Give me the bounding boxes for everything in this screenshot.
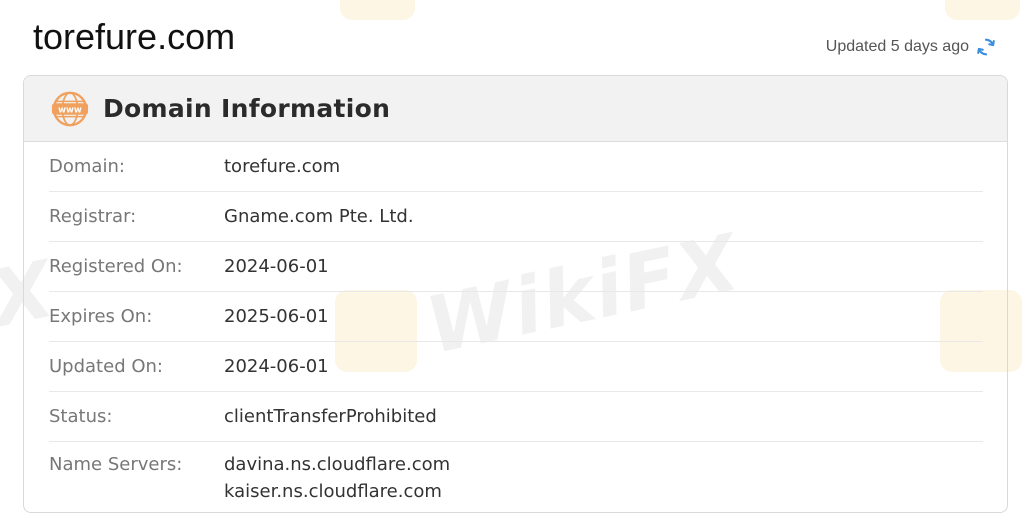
- www-icon-text: www: [58, 105, 82, 115]
- name-server-list: davina.ns.cloudflare.com kaiser.ns.cloud…: [224, 451, 450, 505]
- row-label: Status:: [49, 406, 113, 427]
- info-rows: Domain: torefure.com Registrar: Gname.co…: [24, 142, 1007, 512]
- row-value: 2025-06-01: [224, 306, 329, 327]
- refresh-icon[interactable]: [975, 36, 997, 58]
- card-title: Domain Information: [103, 94, 391, 123]
- row-label: Registrar:: [49, 206, 137, 227]
- row-registered-on: Registered On: 2024-06-01: [49, 242, 983, 292]
- row-value: torefure.com: [224, 156, 341, 177]
- updated-status: Updated 5 days ago: [826, 36, 997, 58]
- row-expires-on: Expires On: 2025-06-01: [49, 292, 983, 342]
- row-domain: Domain: torefure.com: [49, 142, 983, 192]
- row-label: Domain:: [49, 156, 125, 177]
- www-globe-icon: www: [51, 90, 89, 128]
- updated-text: Updated 5 days ago: [825, 38, 969, 55]
- watermark-badge: [945, 0, 1020, 20]
- name-server: davina.ns.cloudflare.com: [224, 454, 451, 475]
- domain-info-card: www Domain Information Domain: torefure.…: [23, 75, 1008, 513]
- row-label: Registered On:: [49, 256, 183, 277]
- row-value: Gname.com Pte. Ltd.: [224, 206, 414, 227]
- row-value: 2024-06-01: [224, 356, 329, 377]
- name-server: kaiser.ns.cloudflare.com: [224, 481, 442, 502]
- row-label: Expires On:: [49, 306, 153, 327]
- card-header: www Domain Information: [24, 76, 1007, 142]
- row-value: 2024-06-01: [224, 256, 329, 277]
- row-name-servers: Name Servers: davina.ns.cloudflare.com k…: [49, 442, 983, 512]
- row-label: Updated On:: [49, 356, 163, 377]
- page-title: torefure.com: [33, 16, 236, 57]
- row-status: Status: clientTransferProhibited: [49, 392, 983, 442]
- row-updated-on: Updated On: 2024-06-01: [49, 342, 983, 392]
- row-registrar: Registrar: Gname.com Pte. Ltd.: [49, 192, 983, 242]
- watermark-badge: [340, 0, 415, 20]
- row-value: clientTransferProhibited: [224, 406, 437, 427]
- row-label: Name Servers:: [49, 454, 183, 475]
